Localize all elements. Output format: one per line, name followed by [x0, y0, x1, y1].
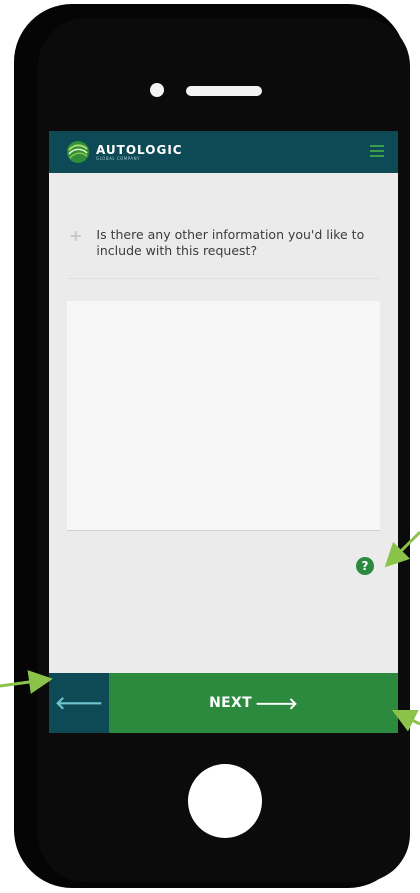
- arrow-left-icon: 🡐: [54, 692, 104, 714]
- camera-icon: [150, 83, 164, 97]
- additional-info-textarea[interactable]: [67, 301, 380, 531]
- plus-icon: +: [69, 226, 83, 245]
- question-row: + Is there any other information you'd l…: [69, 227, 384, 259]
- brand-name: AUTOLOGIC: [96, 142, 183, 157]
- question-label: Is there any other information you'd lik…: [96, 227, 365, 258]
- back-button[interactable]: 🡐: [49, 673, 109, 733]
- next-label: NEXT: [209, 695, 252, 711]
- next-button[interactable]: NEXT 🡒: [109, 673, 398, 733]
- app-screen: AUTOLOGIC GLOBAL COMPANY + Is there any …: [49, 131, 398, 733]
- app-header: AUTOLOGIC GLOBAL COMPANY: [49, 131, 398, 173]
- home-button[interactable]: [188, 764, 262, 838]
- hamburger-menu-icon[interactable]: [370, 145, 384, 157]
- brand-tagline: GLOBAL COMPANY: [96, 155, 141, 161]
- globe-logo-icon: [67, 141, 89, 163]
- arrow-right-icon: 🡒: [254, 694, 298, 713]
- divider: [67, 278, 380, 279]
- help-icon[interactable]: ?: [356, 557, 374, 575]
- speaker-grille: [186, 86, 262, 96]
- autologic-logo: AUTOLOGIC GLOBAL COMPANY: [66, 140, 183, 164]
